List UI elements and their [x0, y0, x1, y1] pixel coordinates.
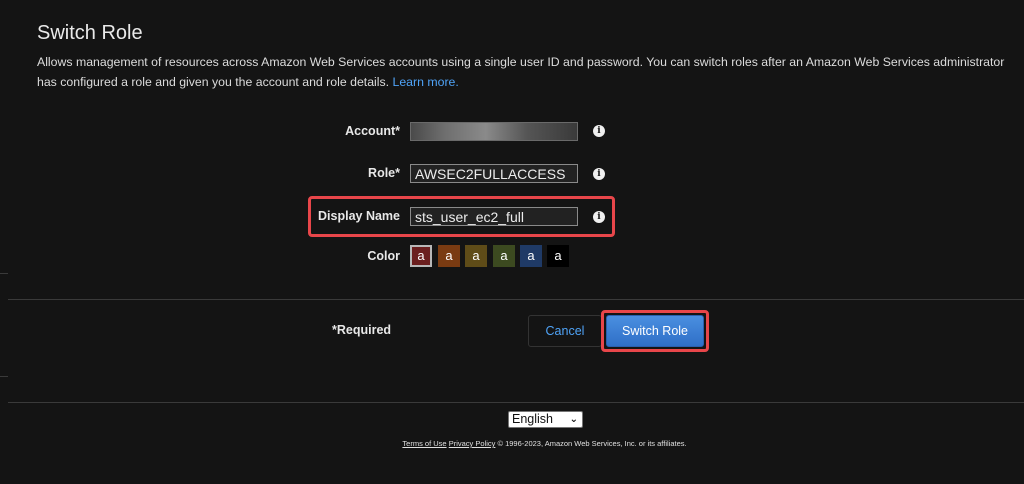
copyright-text: © 1996-2023, Amazon Web Services, Inc. o… — [497, 439, 687, 448]
side-divider — [0, 376, 8, 377]
display-name-info-icon[interactable]: i — [593, 211, 605, 223]
switch-role-page: Switch Role Allows management of resourc… — [0, 0, 1024, 484]
account-input[interactable] — [410, 122, 578, 141]
account-label: Account* — [345, 124, 400, 138]
footer: Terms of Use Privacy Policy © 1996-2023,… — [0, 439, 1024, 448]
page-description: Allows management of resources across Am… — [37, 52, 1012, 92]
required-note: *Required — [332, 323, 392, 337]
display-name-input[interactable] — [410, 207, 578, 226]
color-swatch[interactable]: a — [520, 245, 542, 267]
description-text: Allows management of resources across Am… — [37, 55, 1005, 89]
side-divider — [0, 273, 8, 274]
privacy-policy-link[interactable]: Privacy Policy — [449, 439, 496, 448]
display-name-label: Display Name — [318, 209, 400, 223]
learn-more-link[interactable]: Learn more. — [393, 75, 459, 89]
terms-of-use-link[interactable]: Terms of Use — [402, 439, 446, 448]
switch-role-button[interactable]: Switch Role — [606, 315, 704, 347]
color-swatch[interactable]: a — [465, 245, 487, 267]
chevron-down-icon: ⌄ — [569, 414, 578, 425]
account-info-icon[interactable]: i — [593, 125, 605, 137]
page-title: Switch Role — [37, 22, 143, 44]
language-value: English — [512, 412, 553, 426]
color-swatch[interactable]: a — [547, 245, 569, 267]
footer-divider — [8, 402, 1024, 403]
color-swatch[interactable]: a — [410, 245, 432, 267]
color-label: Color — [367, 249, 400, 263]
role-info-icon[interactable]: i — [593, 168, 605, 180]
color-swatch[interactable]: a — [438, 245, 460, 267]
color-swatch[interactable]: a — [493, 245, 515, 267]
role-label: Role* — [368, 166, 400, 180]
language-select[interactable]: English ⌄ — [508, 411, 583, 428]
section-divider — [8, 299, 1024, 300]
role-input[interactable] — [410, 164, 578, 183]
cancel-button[interactable]: Cancel — [528, 315, 602, 347]
